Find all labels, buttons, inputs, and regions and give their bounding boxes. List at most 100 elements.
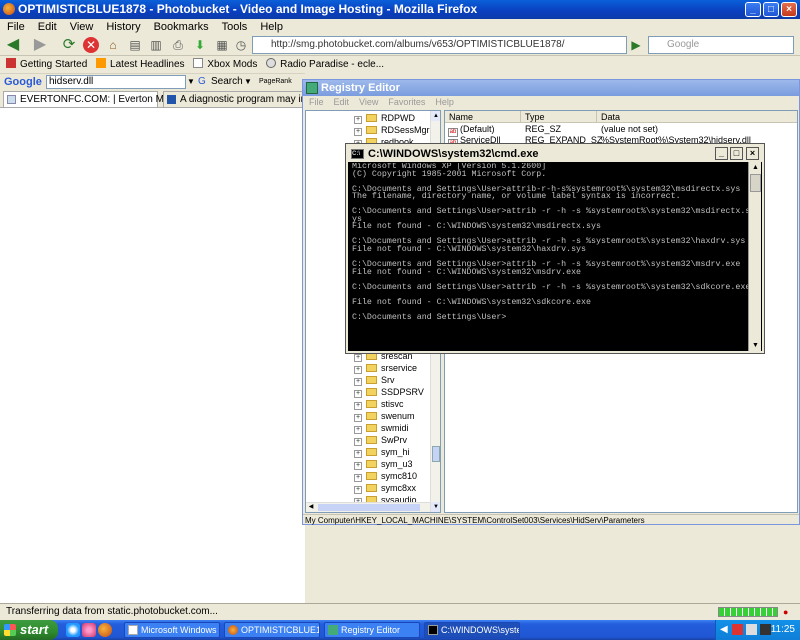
expand-icon[interactable]: + [354, 378, 362, 386]
tree-node[interactable]: + swenum [354, 410, 415, 422]
tree-node[interactable]: + sym_u3 [354, 458, 413, 470]
download-icon[interactable]: ⬇ [192, 37, 208, 53]
expand-icon[interactable]: + [354, 486, 362, 494]
expand-icon[interactable]: + [354, 116, 362, 124]
cmd-minimize-button[interactable]: _ [715, 147, 728, 160]
home-icon[interactable]: ⌂ [105, 37, 121, 53]
tab-diagnostic[interactable]: A diagnostic program may immediately... [163, 91, 305, 107]
bookmark-xbox-mods[interactable]: Xbox Mods [207, 59, 257, 70]
cmd-close-button[interactable]: × [746, 147, 759, 160]
expand-icon[interactable]: + [354, 462, 362, 470]
tree-node[interactable]: + RDSessMgr [354, 124, 430, 136]
scroll-up-icon[interactable]: ▲ [750, 162, 761, 173]
scroll-down-icon[interactable]: ▼ [750, 340, 761, 351]
registry-title-bar[interactable]: Registry Editor [303, 80, 799, 96]
task-firefox[interactable]: OPTIMISTICBLUE187... [224, 622, 320, 638]
search-dropdown-icon[interactable]: ▼ [244, 74, 252, 90]
reg-menu-edit[interactable]: Edit [334, 97, 350, 107]
tree-node[interactable]: + symc8xx [354, 482, 416, 494]
forward-icon[interactable]: ▶ [32, 37, 48, 53]
tree-node[interactable]: + srservice [354, 362, 417, 374]
expand-icon[interactable]: + [354, 402, 362, 410]
tray-arrow-icon[interactable]: ◀ [720, 620, 728, 640]
menu-edit[interactable]: Edit [38, 21, 57, 33]
reg-menu-view[interactable]: View [359, 97, 378, 107]
firefox-quicklaunch-icon[interactable] [98, 623, 112, 637]
close-button[interactable]: × [781, 2, 797, 17]
scroll-thumb[interactable] [432, 446, 440, 462]
firefox-title-bar[interactable]: OPTIMISTICBLUE1878 - Photobucket - Video… [0, 0, 800, 19]
scroll-up-icon[interactable]: ▲ [431, 111, 440, 121]
bookmark-latest-headlines[interactable]: Latest Headlines [110, 59, 185, 70]
menu-tools[interactable]: Tools [222, 21, 248, 33]
cmd-console-output[interactable]: Microsoft Windows XP [Version 5.1.2600] … [352, 163, 748, 350]
reg-menu-help[interactable]: Help [435, 97, 454, 107]
value-name[interactable]: ab (Default) [448, 124, 495, 137]
menu-view[interactable]: View [70, 21, 94, 33]
tree-node[interactable]: + swmidi [354, 422, 409, 434]
stop-icon[interactable]: ✕ [83, 37, 99, 53]
maximize-button[interactable]: □ [763, 2, 779, 17]
menu-bookmarks[interactable]: Bookmarks [154, 21, 209, 33]
expand-icon[interactable]: + [354, 354, 362, 362]
expand-icon[interactable]: + [354, 366, 362, 374]
h-scroll-thumb[interactable] [318, 504, 420, 511]
address-bar[interactable]: http://smg.photobucket.com/albums/v653/O… [252, 36, 627, 54]
col-header-name[interactable]: Name [445, 111, 521, 123]
reg-menu-file[interactable]: File [309, 97, 324, 107]
start-button[interactable]: start [0, 620, 58, 640]
expand-icon[interactable]: + [354, 438, 362, 446]
tree-node[interactable]: + SSDPSRV [354, 386, 424, 398]
scroll-left-icon[interactable]: ◀ [306, 503, 316, 512]
expand-icon[interactable]: + [354, 128, 362, 136]
expand-icon[interactable]: + [354, 474, 362, 482]
dropdown-arrow-icon[interactable]: ▼ [187, 74, 195, 90]
scroll-down-icon[interactable]: ▼ [431, 502, 440, 512]
history-icon[interactable]: ◷ [233, 37, 249, 53]
tab-everton[interactable]: EVERTONFC.COM: | Everton Mobile [3, 91, 185, 107]
reload-icon[interactable]: ⟳ [61, 37, 77, 53]
bookmark-icon[interactable]: ▦ [214, 37, 230, 53]
scroll-thumb[interactable] [750, 174, 761, 192]
cmd-maximize-button[interactable]: □ [730, 147, 743, 160]
tree-h-scrollbar[interactable]: ◀ [306, 502, 430, 512]
expand-icon[interactable]: + [354, 390, 362, 398]
tree-node[interactable]: + SwPrv [354, 434, 407, 446]
col-header-data[interactable]: Data [597, 111, 797, 123]
task-registry-editor[interactable]: Registry Editor [324, 622, 420, 638]
tray-icon-3[interactable] [760, 624, 771, 635]
col-header-type[interactable]: Type [521, 111, 597, 123]
adblock-icon[interactable]: ● [783, 604, 788, 620]
go-icon[interactable]: ▶ [628, 37, 644, 53]
print-icon[interactable]: ⎙ [170, 37, 186, 53]
reg-menu-favorites[interactable]: Favorites [388, 97, 425, 107]
toolbar-icon-1[interactable]: ▤ [127, 37, 143, 53]
google-search-button[interactable]: Search [211, 74, 243, 90]
expand-icon[interactable]: + [354, 450, 362, 458]
task-windows-m[interactable]: Microsoft Windows M... [124, 622, 220, 638]
tree-node[interactable]: + stisvc [354, 398, 404, 410]
google-toolbar-input[interactable]: hidserv.dll [46, 75, 186, 89]
tree-node[interactable]: + Srv [354, 374, 395, 386]
task-cmd[interactable]: C:\WINDOWS\syste... [424, 622, 520, 638]
cmd-title-bar[interactable]: C:\ C:\WINDOWS\system32\cmd.exe _ □ × [348, 146, 762, 162]
tree-node[interactable]: + RDPWD [354, 112, 415, 124]
ie-icon[interactable] [66, 623, 80, 637]
tray-icon-2[interactable] [746, 624, 757, 635]
tree-node[interactable]: + sym_hi [354, 446, 410, 458]
menu-help[interactable]: Help [260, 21, 283, 33]
toolbar-icon-2[interactable]: ▥ [148, 37, 164, 53]
tree-node[interactable]: + symc810 [354, 470, 417, 482]
cmd-scrollbar[interactable]: ▲ ▼ [748, 162, 761, 351]
quicklaunch-icon[interactable] [82, 623, 96, 637]
menu-file[interactable]: File [7, 21, 25, 33]
minimize-button[interactable]: _ [745, 2, 761, 17]
expand-icon[interactable]: + [354, 414, 362, 422]
expand-icon[interactable]: + [354, 426, 362, 434]
clock[interactable]: 11:25 [771, 620, 795, 640]
search-box[interactable]: Google [648, 36, 794, 54]
tray-icon-1[interactable] [732, 624, 743, 635]
menu-history[interactable]: History [106, 21, 140, 33]
bookmark-radio-paradise[interactable]: Radio Paradise - ecle... [280, 59, 384, 70]
back-icon[interactable]: ◀ [5, 37, 21, 53]
